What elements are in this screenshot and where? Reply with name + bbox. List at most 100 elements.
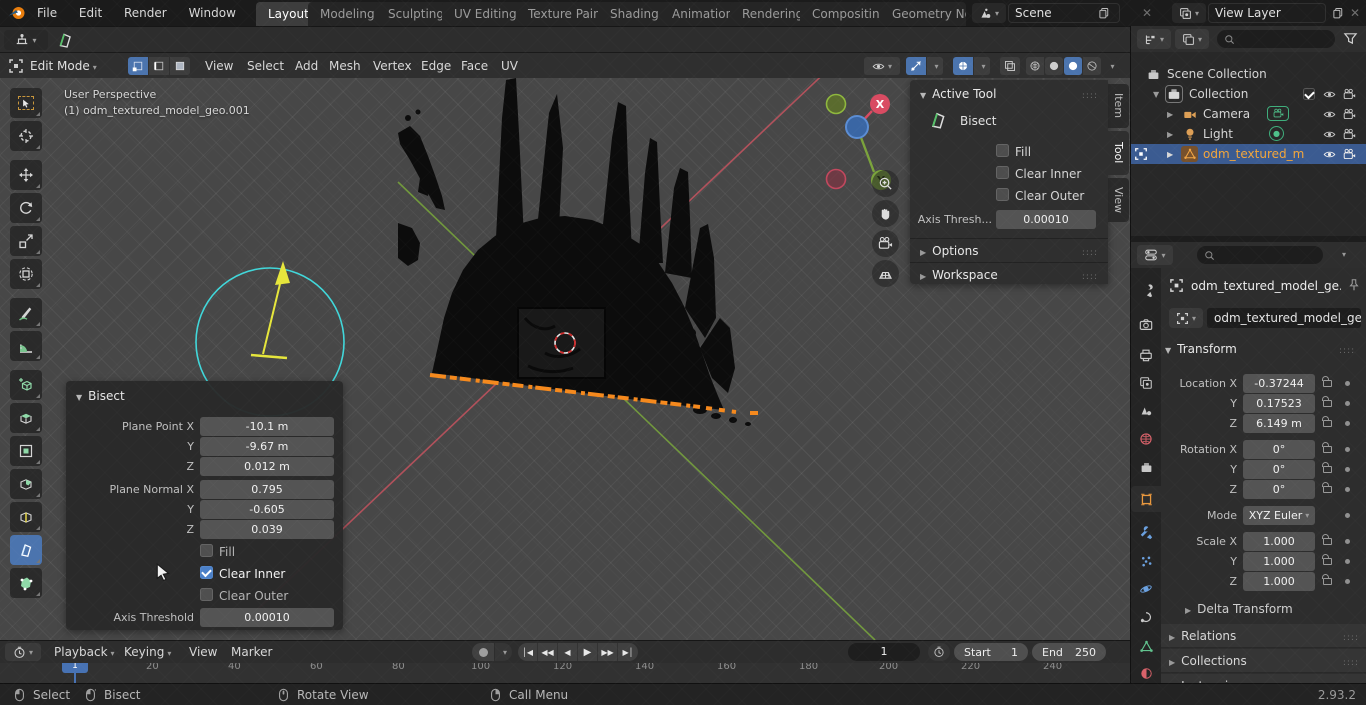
tab-modifier-properties[interactable] <box>1131 520 1161 546</box>
outliner-display-mode-dropdown[interactable] <box>1137 29 1171 49</box>
lock-icon[interactable] <box>1323 486 1332 493</box>
keying-set-dropdown[interactable] <box>495 643 512 661</box>
tool-rotate[interactable] <box>10 193 42 223</box>
animate-dot[interactable] <box>1345 487 1350 492</box>
tool-add-cube[interactable] <box>10 370 42 400</box>
animate-dot[interactable] <box>1345 579 1350 584</box>
tab-constraint-properties[interactable] <box>1131 605 1161 631</box>
tab-physics-properties[interactable] <box>1131 576 1161 602</box>
menu-edit[interactable]: Edit <box>70 0 111 26</box>
lock-icon[interactable] <box>1323 420 1332 427</box>
editor-type-icon[interactable] <box>8 58 24 74</box>
rotation-x-field[interactable]: 0° <box>1243 440 1315 459</box>
pan-view-button[interactable] <box>872 200 899 227</box>
keying-menu[interactable]: Keying <box>118 641 177 665</box>
timeline-marker-menu[interactable]: Marker <box>222 641 281 663</box>
tool-move[interactable] <box>10 160 42 190</box>
menu-uv[interactable]: UV <box>492 53 527 79</box>
disable-in-renders-icon[interactable] <box>1343 148 1356 161</box>
sidebar-tab-tool[interactable]: Tool <box>1108 131 1129 175</box>
animate-dot[interactable] <box>1345 539 1350 544</box>
animate-dot[interactable] <box>1345 559 1350 564</box>
bisect-panel-header[interactable]: Bisect <box>66 381 343 407</box>
properties-options-dropdown[interactable] <box>1339 246 1346 260</box>
outliner-row-light[interactable]: ▶ Light ● <box>1131 124 1366 144</box>
lock-icon[interactable] <box>1323 466 1332 473</box>
rotation-mode-dropdown[interactable]: XYZ Euler <box>1243 506 1315 525</box>
collapse-icon[interactable]: ▼ <box>1153 85 1159 105</box>
pin-icon[interactable] <box>1347 278 1361 292</box>
scene-copy-icon[interactable] <box>1096 5 1112 21</box>
plane-point-z-field[interactable]: 0.012 m <box>200 457 334 476</box>
previous-keyframe-button[interactable]: ◀◀ <box>538 643 558 661</box>
current-frame-field[interactable]: 1 <box>848 643 920 661</box>
sidebar-tab-item[interactable]: Item <box>1108 84 1129 128</box>
animate-dot[interactable] <box>1345 513 1350 518</box>
scale-y-field[interactable]: 1.000 <box>1243 552 1315 571</box>
menu-select[interactable]: Select <box>238 53 293 79</box>
plane-normal-x-field[interactable]: 0.795 <box>200 480 334 499</box>
perspective-toggle-button[interactable] <box>872 260 899 287</box>
shading-dropdown[interactable] <box>1103 57 1119 75</box>
tool-loop-cut[interactable] <box>10 502 42 532</box>
bisect-axis-threshold-field[interactable]: 0.00010 <box>200 608 334 627</box>
frame-start-field[interactable]: Start1 <box>954 643 1028 661</box>
gizmos-dropdown[interactable] <box>927 57 943 75</box>
timeline-editor-type-icon[interactable] <box>5 643 41 661</box>
outliner-row-scene-collection[interactable]: Scene Collection <box>1131 64 1366 84</box>
tool-extrude[interactable] <box>10 403 42 433</box>
outliner-row-camera[interactable]: ▶ Camera <box>1131 104 1366 124</box>
menu-file[interactable]: File <box>28 0 66 26</box>
disable-in-renders-icon[interactable] <box>1343 108 1356 121</box>
auto-keyframe-record-button[interactable] <box>472 643 494 661</box>
shading-solid-button[interactable] <box>1045 57 1063 75</box>
animate-dot[interactable] <box>1345 401 1350 406</box>
vertex-select-mode-button[interactable] <box>128 57 148 75</box>
overlays-toggle[interactable] <box>953 57 973 75</box>
tab-tool-properties[interactable] <box>1131 278 1161 304</box>
panel-grip[interactable] <box>1343 649 1359 675</box>
tool-transform[interactable] <box>10 259 42 289</box>
menu-window[interactable]: Window <box>180 0 245 26</box>
next-keyframe-button[interactable]: ▶▶ <box>598 643 618 661</box>
edge-select-mode-button[interactable] <box>149 57 169 75</box>
scale-z-field[interactable]: 1.000 <box>1243 572 1315 591</box>
tool-annotate[interactable] <box>10 298 42 328</box>
expand-icon[interactable]: ▶ <box>1167 125 1173 145</box>
tab-object-data-properties[interactable] <box>1131 633 1161 659</box>
zoom-view-button[interactable] <box>872 170 899 197</box>
panel-grip[interactable] <box>1082 87 1098 101</box>
relations-section[interactable]: Relations <box>1161 624 1366 648</box>
panel-grip[interactable] <box>1343 624 1359 650</box>
bisect-clear-outer-checkbox[interactable] <box>200 588 213 601</box>
location-z-field[interactable]: 6.149 m <box>1243 414 1315 433</box>
outliner-filter-images-dropdown[interactable] <box>1175 29 1209 49</box>
animate-dot[interactable] <box>1345 467 1350 472</box>
lock-icon[interactable] <box>1323 400 1332 407</box>
camera-data-badge[interactable] <box>1267 106 1289 121</box>
view-layer-copy-icon[interactable] <box>1330 5 1346 21</box>
menu-render[interactable]: Render <box>115 0 176 26</box>
current-frame-marker[interactable]: 1 <box>62 663 88 673</box>
options-section-header[interactable]: Options <box>910 240 1108 262</box>
outliner-row-odm-model[interactable]: ▶ odm_textured_m <box>1131 144 1366 164</box>
play-reverse-button[interactable]: ◀ <box>558 643 578 661</box>
timeline-view-menu[interactable]: View <box>180 641 226 663</box>
tab-render-properties[interactable] <box>1131 312 1161 338</box>
disable-in-renders-icon[interactable] <box>1343 88 1356 101</box>
active-tool-header[interactable]: Active Tool <box>910 80 1108 104</box>
hide-in-viewport-icon[interactable] <box>1323 108 1336 121</box>
jump-to-end-button[interactable]: ▶│ <box>618 643 638 661</box>
sidebar-tab-view[interactable]: View <box>1108 178 1129 222</box>
scale-x-field[interactable]: 1.000 <box>1243 532 1315 551</box>
view-layer-browse-button[interactable] <box>1172 3 1206 23</box>
tool-scale[interactable] <box>10 226 42 256</box>
hide-in-viewport-icon[interactable] <box>1323 88 1336 101</box>
mode-dropdown[interactable]: Edit Mode <box>30 53 97 81</box>
plane-normal-y-field[interactable]: -0.605 <box>200 500 334 519</box>
shading-wireframe-button[interactable] <box>1026 57 1044 75</box>
shading-rendered-button[interactable] <box>1083 57 1101 75</box>
properties-search-input[interactable] <box>1197 246 1323 264</box>
face-select-mode-button[interactable] <box>170 57 190 75</box>
workspace-tab-geometry-nodes[interactable]: Geometry Nod <box>880 2 966 26</box>
